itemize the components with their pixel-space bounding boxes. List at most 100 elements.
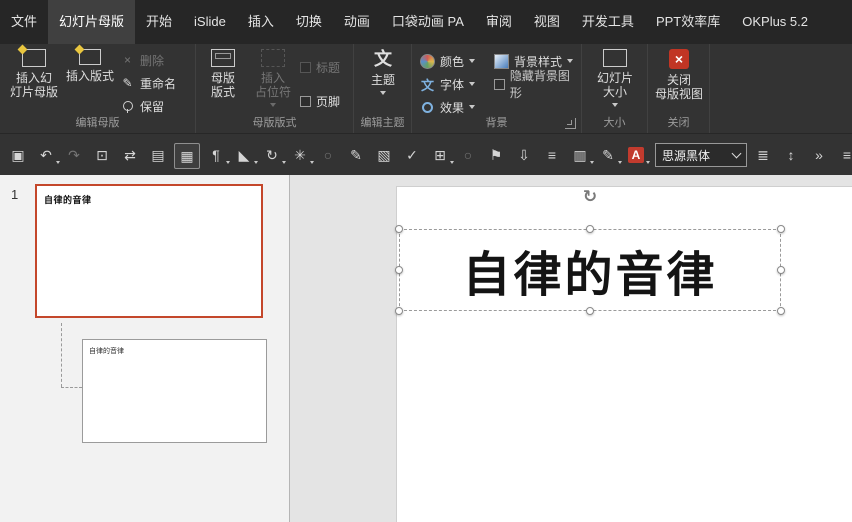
chevron-down-icon [380, 91, 386, 95]
tab-okplus[interactable]: OKPlus 5.2 [731, 0, 819, 44]
group-label-close: 关闭 [667, 117, 690, 129]
fonts-button[interactable]: 文 字体 [420, 75, 476, 93]
tab-file[interactable]: 文件 [0, 0, 48, 44]
insert-layout-button[interactable]: 插入版式 [64, 44, 116, 83]
undo-icon[interactable]: ↶ [34, 143, 60, 167]
close-master-view-button[interactable]: × 关闭 母版视图 [652, 49, 706, 101]
font-color-icon[interactable]: A [624, 143, 650, 167]
table-icon[interactable]: ▥ [568, 143, 594, 167]
layout-icon [74, 44, 101, 65]
selection-pane-icon[interactable]: ▤ [146, 143, 170, 167]
slide-size-icon [603, 49, 627, 67]
button-label: 主题 [370, 73, 395, 87]
tab-ppt-library[interactable]: PPT效率库 [645, 0, 731, 44]
ribbon-group-close: × 关闭 母版视图 关闭 [648, 44, 710, 133]
preserve-button[interactable]: 保留 [120, 97, 164, 115]
slide-thumbnail-panel[interactable]: 1 自律的音律 自律的音律 [0, 175, 290, 522]
ribbon-group-background: 颜色 文 字体 效果 背景样式 隐藏背景图形 背景 [412, 44, 582, 133]
master-layout-button[interactable]: 母版 版式 [200, 49, 246, 99]
tab-developer[interactable]: 开发工具 [571, 0, 645, 44]
checkbox-label: 页脚 [316, 94, 341, 109]
tab-islide[interactable]: iSlide [183, 0, 237, 44]
copy-icon[interactable]: ⊞ [428, 143, 454, 167]
button-label: 插入幻 灯片母版 [9, 71, 58, 99]
title-checkbox: 标题 [300, 58, 340, 76]
pencil-icon[interactable]: ✎ [596, 143, 622, 167]
paragraph-icon[interactable]: ¶ [204, 143, 230, 167]
thumbnail-title-text: 自律的音律 [89, 348, 124, 355]
rotate-icon[interactable]: ↻ [260, 143, 286, 167]
tab-home[interactable]: 开始 [135, 0, 183, 44]
background-style-icon [494, 53, 509, 69]
chevron-down-icon [469, 82, 476, 86]
button-label: 效果 [440, 100, 465, 115]
notebook-icon[interactable]: ▧ [372, 143, 396, 167]
button-label: 字体 [440, 77, 465, 92]
chevron-down-icon [270, 103, 276, 107]
chevron-down-icon [618, 161, 622, 164]
tab-review[interactable]: 审阅 [475, 0, 523, 44]
insert-slide-master-button[interactable]: 插入幻 灯片母版 [6, 44, 62, 99]
rename-icon: ✎ [122, 76, 133, 90]
grid-toggle-icon[interactable]: ▦ [174, 143, 200, 169]
group-label-edit-master: 编辑母版 [75, 117, 120, 129]
group-label-edit-theme: 编辑主题 [360, 117, 405, 129]
theme-icon: 文 [374, 49, 392, 69]
slide-canvas[interactable]: ↻ 自律的音律 [395, 186, 852, 522]
master-slide-thumbnail[interactable]: 自律的音律 [35, 184, 263, 318]
slide-editor-area[interactable]: ↻ 自律的音律 [290, 175, 852, 522]
layout-slide-thumbnail[interactable]: 自律的音律 [82, 339, 267, 443]
slideshow-icon[interactable]: ⊡ [90, 143, 114, 167]
thumbnail-title-text: 自律的音律 [44, 195, 92, 205]
checkbox-label: 标题 [316, 60, 341, 75]
slide-size-button[interactable]: 幻灯片 大小 [588, 49, 642, 107]
tab-view[interactable]: 视图 [523, 0, 571, 44]
checkbox-icon [300, 61, 311, 73]
colors-button[interactable]: 颜色 [420, 52, 476, 70]
rotate-handle-icon[interactable]: ↻ [581, 187, 599, 206]
flag-icon[interactable]: ⚑ [484, 143, 508, 167]
indent-icon[interactable]: » [807, 143, 831, 167]
button-label: 母版 版式 [210, 71, 235, 99]
themes-button[interactable]: 文 主题 [361, 49, 405, 95]
brush-icon[interactable]: ✎ [344, 143, 368, 167]
chevron-down-icon [254, 161, 258, 164]
ribbon: 插入幻 灯片母版 插入版式 × 删除 ✎ 重命名 保留 编辑母版 母版 版式 插… [0, 44, 852, 133]
chevron-down-icon [469, 105, 476, 109]
layout-connector-line [61, 323, 62, 387]
button-label: 颜色 [440, 54, 465, 69]
save-icon[interactable]: ▣ [6, 143, 30, 167]
palette-icon [420, 53, 435, 69]
tab-slide-master[interactable]: 幻灯片母版 [48, 0, 136, 44]
title-placeholder-textbox[interactable]: 自律的音律 [395, 225, 785, 315]
chevron-down-icon [310, 161, 314, 164]
hide-background-graphics-checkbox[interactable]: 隐藏背景图形 [494, 69, 581, 100]
ribbon-group-master-layout: 母版 版式 插入 占位符 标题 页脚 母版版式 [196, 44, 354, 133]
font-selector[interactable]: 思源黑体 [655, 143, 747, 167]
tab-animations[interactable]: 动画 [333, 0, 381, 44]
ribbon-group-edit-master: 插入幻 灯片母版 插入版式 × 删除 ✎ 重命名 保留 编辑母版 [0, 44, 196, 133]
rename-button[interactable]: ✎ 重命名 [120, 74, 176, 92]
button-label: 关闭 母版视图 [654, 73, 703, 101]
content-area: 1 自律的音律 自律的音律 ↻ 自律的音律 [0, 175, 852, 522]
shape-fill-icon[interactable]: ◣ [232, 143, 258, 167]
move-down-icon[interactable]: ⇩ [512, 143, 536, 167]
checkmark-icon[interactable]: ✓ [400, 143, 424, 167]
line-spacing-icon[interactable]: ↕ [779, 143, 803, 167]
find-replace-icon[interactable]: ⇄ [118, 143, 142, 167]
tab-transitions[interactable]: 切换 [285, 0, 333, 44]
ribbon-group-size: 幻灯片 大小 大小 [582, 44, 648, 133]
chevron-down-icon [226, 161, 230, 164]
footer-checkbox[interactable]: 页脚 [300, 92, 340, 110]
ribbon-group-edit-theme: 文 主题 编辑主题 [354, 44, 412, 133]
delete-icon: × [123, 53, 131, 67]
effects-star-icon[interactable]: ✳ [288, 143, 314, 167]
menu-tab-bar: 文件 幻灯片母版 开始 iSlide 插入 切换 动画 口袋动画 PA 审阅 视… [0, 0, 852, 44]
bullet-list-icon[interactable]: ≣ [751, 143, 775, 167]
align-justify-icon[interactable]: ≡ [835, 143, 852, 167]
tab-insert[interactable]: 插入 [237, 0, 285, 44]
align-left-icon[interactable]: ≡ [540, 143, 564, 167]
slide-title-text: 自律的音律 [462, 247, 718, 303]
tab-pocket-animation[interactable]: 口袋动画 PA [381, 0, 475, 44]
delete-button: × 删除 [120, 51, 164, 69]
